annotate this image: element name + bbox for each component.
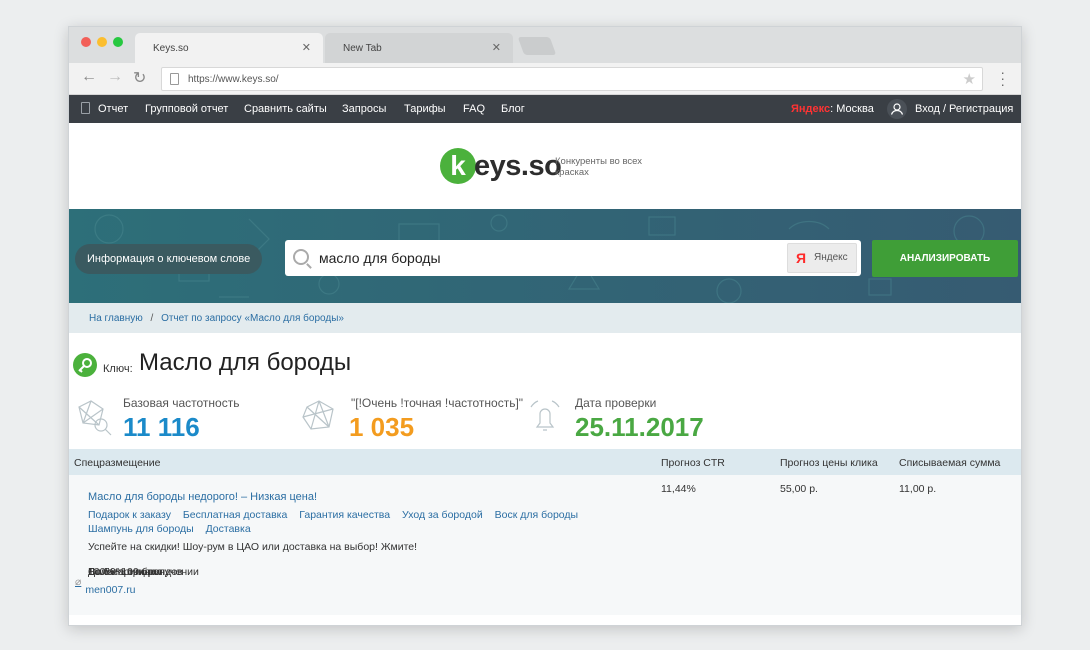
close-tab-icon[interactable]: ✕ — [492, 41, 501, 54]
page-title: Масло для бороды — [139, 349, 352, 376]
maximize-window-button[interactable] — [113, 37, 123, 47]
reload-icon[interactable]: ↻ — [133, 68, 146, 88]
stat-value: 11 116 — [123, 412, 200, 442]
ad-sitelinks: Подарок к заказу Бесплатная доставка Гар… — [88, 508, 608, 536]
ad-feature: Оплата при получении — [88, 566, 199, 578]
sitelink[interactable]: Воск для бороды — [495, 509, 578, 521]
cell-charge: 11,00 р. — [899, 483, 937, 495]
back-arrow-icon[interactable]: ← — [81, 68, 97, 86]
table-row: Масло для бороды недорого! – Низкая цена… — [69, 475, 1021, 615]
search-box: Я Яндекс — [285, 240, 861, 276]
network-icon — [302, 400, 334, 430]
nav-item-faq[interactable]: FAQ — [463, 103, 485, 115]
url-text[interactable]: https://www.keys.so/ — [188, 74, 279, 85]
window-controls — [81, 37, 123, 47]
keys-so-logo[interactable]: k eys.so — [440, 148, 562, 184]
tab-new-tab[interactable]: New Tab ✕ — [325, 33, 513, 63]
analyze-button[interactable]: АНАЛИЗИРОВАТЬ — [872, 240, 1018, 277]
page-icon — [170, 73, 179, 85]
stat-label: Базовая частотность — [123, 396, 240, 410]
login-link[interactable]: Вход / Регистрация — [915, 103, 1013, 115]
logo-mark: k — [440, 148, 476, 184]
ads-table-header: Спецразмещение Прогноз CTR Прогноз цены … — [69, 449, 1021, 475]
column-header-ctr: Прогноз CTR — [661, 457, 725, 469]
column-header-placement: Спецразмещение — [74, 457, 161, 469]
cell-ctr: 11,44% — [661, 483, 696, 495]
breadcrumb: На главную / Отчет по запросу «Масло для… — [69, 303, 1021, 333]
stat-label: "[!Очень !точная !частотность]" — [351, 396, 524, 410]
stat-value: 1 035 — [349, 412, 415, 442]
minimize-window-button[interactable] — [97, 37, 107, 47]
column-header-charge: Списываемая сумма — [899, 457, 1001, 469]
close-window-button[interactable] — [81, 37, 91, 47]
new-tab-button[interactable] — [517, 37, 557, 55]
nav-item-compare-sites[interactable]: Сравнить сайты — [244, 103, 327, 115]
sitelink[interactable]: Уход за бородой — [402, 509, 483, 521]
stats-row: Базовая частотность 11 116 "[!Очень !точ… — [69, 393, 1021, 449]
document-icon — [81, 102, 90, 114]
bell-icon — [530, 400, 560, 431]
stat-label: Дата проверки — [575, 396, 657, 410]
address-row: ← → ↻ https://www.keys.so/ ★ · · · — [69, 63, 1021, 95]
keyword-info-pill[interactable]: Информация о ключевом слове — [75, 244, 263, 274]
close-tab-icon[interactable]: ✕ — [302, 41, 311, 54]
keyword-header: Ключ: Масло для бороды — [69, 333, 1021, 393]
region-selector[interactable]: Яндекс: Москва — [791, 103, 874, 115]
nav-item-blog[interactable]: Блог — [501, 103, 525, 115]
network-search-icon — [78, 400, 112, 436]
site-navbar: Отчет Групповой отчет Сравнить сайты Зап… — [69, 95, 1021, 134]
sitelink[interactable]: Подарок к заказу — [88, 509, 171, 521]
ad-title-link[interactable]: Масло для бороды недорого! – Низкая цена… — [88, 491, 317, 503]
address-bar[interactable]: https://www.keys.so/ ★ — [161, 67, 983, 91]
link-icon: ⌀ — [75, 576, 82, 588]
tab-title: New Tab — [343, 43, 382, 54]
logo-text: eys.so — [474, 149, 562, 182]
ad-display-url[interactable]: ⌀ men007.ru — [75, 576, 136, 596]
breadcrumb-separator: / — [150, 313, 154, 324]
ad-url-text[interactable]: men007.ru — [85, 584, 135, 596]
sitelink[interactable]: Шампунь для бороды — [88, 523, 194, 535]
tab-title: Keys.so — [153, 43, 189, 54]
column-header-click-price: Прогноз цены клика — [780, 457, 878, 469]
nav-item-queries[interactable]: Запросы — [342, 103, 386, 115]
menu-kebab-icon[interactable]: · · · — [1000, 65, 1005, 91]
forward-arrow-icon[interactable]: → — [107, 68, 123, 86]
tab-strip: Keys.so ✕ New Tab ✕ — [69, 27, 1021, 63]
sitelink[interactable]: Гарантия качества — [299, 509, 390, 521]
breadcrumb-home[interactable]: На главную — [89, 313, 143, 324]
breadcrumb-current[interactable]: Отчет по запросу «Масло для бороды» — [161, 313, 344, 324]
cell-click-price: 55,00 р. — [780, 483, 818, 495]
key-icon — [73, 353, 97, 377]
tab-keys-so[interactable]: Keys.so ✕ — [135, 33, 323, 63]
tagline: Конкуренты во всех красках — [555, 156, 642, 178]
yandex-logo-icon: Я — [796, 250, 807, 266]
search-icon — [293, 249, 309, 265]
stat-value: 25.11.2017 — [575, 412, 704, 442]
sitelink[interactable]: Бесплатная доставка — [183, 509, 287, 521]
yandex-brand: Яндекс — [791, 103, 831, 115]
search-band: Информация о ключевом слове Я Яндекс АНА… — [69, 209, 1021, 303]
nav-item-pricing[interactable]: Тарифы — [404, 103, 446, 115]
header-logo-area: k eys.so Конкуренты во всех красках — [69, 123, 1021, 209]
keyword-label: Ключ: — [103, 363, 133, 375]
nav-item-group-report[interactable]: Групповой отчет — [145, 103, 228, 115]
region-name: : Москва — [830, 103, 874, 115]
ad-text: Успейте на скидки! Шоу-рум в ЦАО или дос… — [88, 541, 418, 553]
search-input[interactable] — [319, 247, 779, 269]
user-icon[interactable] — [887, 99, 907, 119]
bookmark-star-icon[interactable]: ★ — [963, 70, 976, 88]
engine-label: Яндекс — [814, 252, 848, 263]
nav-item-report[interactable]: Отчет — [98, 103, 128, 134]
sitelink[interactable]: Доставка — [206, 523, 251, 535]
browser-window: Keys.so ✕ New Tab ✕ ← → ↻ https://www.ke… — [68, 26, 1022, 626]
engine-selector[interactable]: Я Яндекс — [787, 243, 857, 273]
